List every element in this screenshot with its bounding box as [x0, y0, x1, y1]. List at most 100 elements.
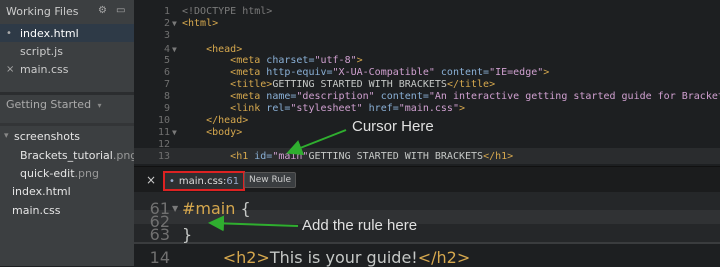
fold-icon[interactable]: ▼: [172, 203, 182, 215]
code-token: <!DOCTYPE html>: [182, 6, 273, 17]
working-files-title: Working Files: [6, 4, 79, 18]
code-token: "utf-8": [314, 55, 357, 66]
tree-label: quick-edit: [20, 166, 75, 180]
inline-editor[interactable]: 61 ▼ #main {62 63}: [134, 192, 720, 244]
code-token: </head>: [206, 115, 249, 126]
line-number: 3: [163, 30, 170, 41]
tree-label: Brackets_tutorial: [20, 148, 113, 162]
working-file-label: index.html: [20, 26, 79, 40]
code-token: <html>: [182, 18, 219, 29]
close-icon[interactable]: ×: [6, 64, 16, 75]
working-file-main-css[interactable]: × main.css: [0, 60, 134, 78]
code-text: <h1 id="main"GETTING STARTED WITH BRACKE…: [182, 151, 513, 163]
code-line[interactable]: 1 <!DOCTYPE html>: [134, 6, 720, 18]
annotation-rule: Add the rule here: [302, 217, 418, 234]
code-token: </title>: [446, 79, 496, 90]
code-text: <meta http-equiv="X-UA-Compatible" conte…: [182, 67, 549, 79]
annotation-cursor: Cursor Here: [352, 118, 434, 135]
project-title[interactable]: Getting Started ▾: [6, 98, 102, 111]
code-token: <head>: [206, 44, 243, 55]
code-text: <!DOCTYPE html>: [182, 6, 272, 18]
code-token: content=: [434, 67, 490, 78]
tree-file-brackets-tutorial[interactable]: Brackets_tutorial .png: [20, 146, 137, 164]
working-file-label: script.js: [20, 44, 63, 58]
code-editor-continued[interactable]: 14 <h2>This is your guide!</h2>: [134, 250, 720, 266]
code-token: <meta: [230, 67, 267, 78]
code-line[interactable]: 9 <link rel="stylesheet" href="main.css"…: [134, 103, 720, 115]
line-number: 11: [157, 127, 170, 138]
code-line[interactable]: 5 <meta charset="utf-8">: [134, 55, 720, 67]
code-line[interactable]: 3: [134, 30, 720, 42]
code-text: </head>: [182, 115, 248, 127]
new-rule-button[interactable]: New Rule: [244, 172, 297, 188]
tree-folder-screenshots[interactable]: ▾ screenshots: [4, 127, 80, 145]
code-text: <title>GETTING STARTED WITH BRACKETS</ti…: [182, 79, 495, 91]
code-token: href=: [362, 103, 399, 114]
divider: [0, 123, 134, 126]
code-token: >: [458, 103, 466, 114]
working-file-index[interactable]: • index.html: [0, 24, 134, 42]
code-token: rel=: [266, 103, 291, 114]
fold-icon[interactable]: ▼: [172, 127, 182, 139]
code-line[interactable]: 6 <meta http-equiv="X-UA-Compatible" con…: [134, 67, 720, 79]
code-token: }: [182, 225, 193, 244]
code-line[interactable]: 62: [134, 214, 720, 230]
code-token: content=: [374, 91, 429, 102]
inline-file-name: main.css: [178, 175, 223, 187]
code-token: "stylesheet": [290, 103, 363, 114]
code-text: <body>: [182, 127, 242, 139]
code-token: id=: [254, 151, 273, 162]
tree-label: index.html: [12, 184, 71, 198]
tree-file-index[interactable]: index.html: [12, 182, 71, 200]
tree-file-quick-edit[interactable]: quick-edit .png: [20, 164, 99, 182]
code-line[interactable]: 61 ▼ #main {: [134, 201, 720, 217]
code-token: "IE=edge": [489, 67, 544, 78]
code-token: </h1>: [483, 151, 514, 162]
code-token: >: [543, 67, 550, 78]
tree-file-main-css[interactable]: main.css: [12, 201, 61, 219]
code-token: "X-UA-Compatible": [332, 67, 435, 78]
split-view-icon[interactable]: ▭: [116, 6, 126, 16]
code-text: <link rel="stylesheet" href="main.css">: [182, 103, 465, 115]
code-line[interactable]: 63}: [134, 227, 720, 243]
divider: [0, 92, 134, 95]
gear-icon[interactable]: ⚙: [98, 6, 108, 16]
code-line[interactable]: 7 <title>GETTING STARTED WITH BRACKETS</…: [134, 79, 720, 91]
code-token: "description": [296, 91, 375, 102]
code-token: charset=: [266, 55, 315, 66]
code-token: http-equiv=: [266, 67, 333, 78]
code-token: <link: [230, 103, 267, 114]
code-token: </h2>: [417, 248, 471, 267]
working-files-header: Working Files ⚙ ▭: [0, 0, 134, 22]
code-token: "main.css": [398, 103, 459, 114]
inline-file-link[interactable]: • main.css : 61: [163, 171, 246, 191]
code-token: This is your guide!: [269, 248, 418, 267]
code-text: #main {: [182, 201, 251, 217]
fold-icon[interactable]: ▼: [172, 18, 182, 30]
inline-line-number: 61: [226, 175, 240, 187]
code-line[interactable]: 12: [134, 139, 720, 151]
dirty-dot-icon: •: [6, 27, 12, 39]
code-line[interactable]: 14 <h2>This is your guide!</h2>: [134, 250, 720, 266]
dirty-dot-icon: •: [169, 175, 175, 187]
code-line[interactable]: 13 <h1 id="main"GETTING STARTED WITH BRA…: [134, 151, 720, 163]
code-line[interactable]: 8 <meta name="description" content="An i…: [134, 91, 720, 103]
working-file-script[interactable]: script.js: [0, 42, 134, 60]
line-number: 10: [157, 115, 170, 126]
line-number: 5: [163, 55, 170, 66]
code-text: }: [182, 227, 192, 243]
inline-editor-header: × • main.css : 61 New Rule: [134, 166, 720, 193]
line-number: 13: [157, 151, 170, 162]
chevron-down-icon: ▾: [97, 101, 102, 110]
code-token: <title>: [230, 79, 273, 90]
code-token: GETTING STARTED WITH BRACKETS: [308, 151, 484, 162]
close-icon[interactable]: ×: [146, 173, 156, 187]
line-number: 12: [157, 139, 170, 150]
code-line[interactable]: 2 ▼ <html>: [134, 18, 720, 30]
tree-label: main.css: [12, 203, 61, 217]
